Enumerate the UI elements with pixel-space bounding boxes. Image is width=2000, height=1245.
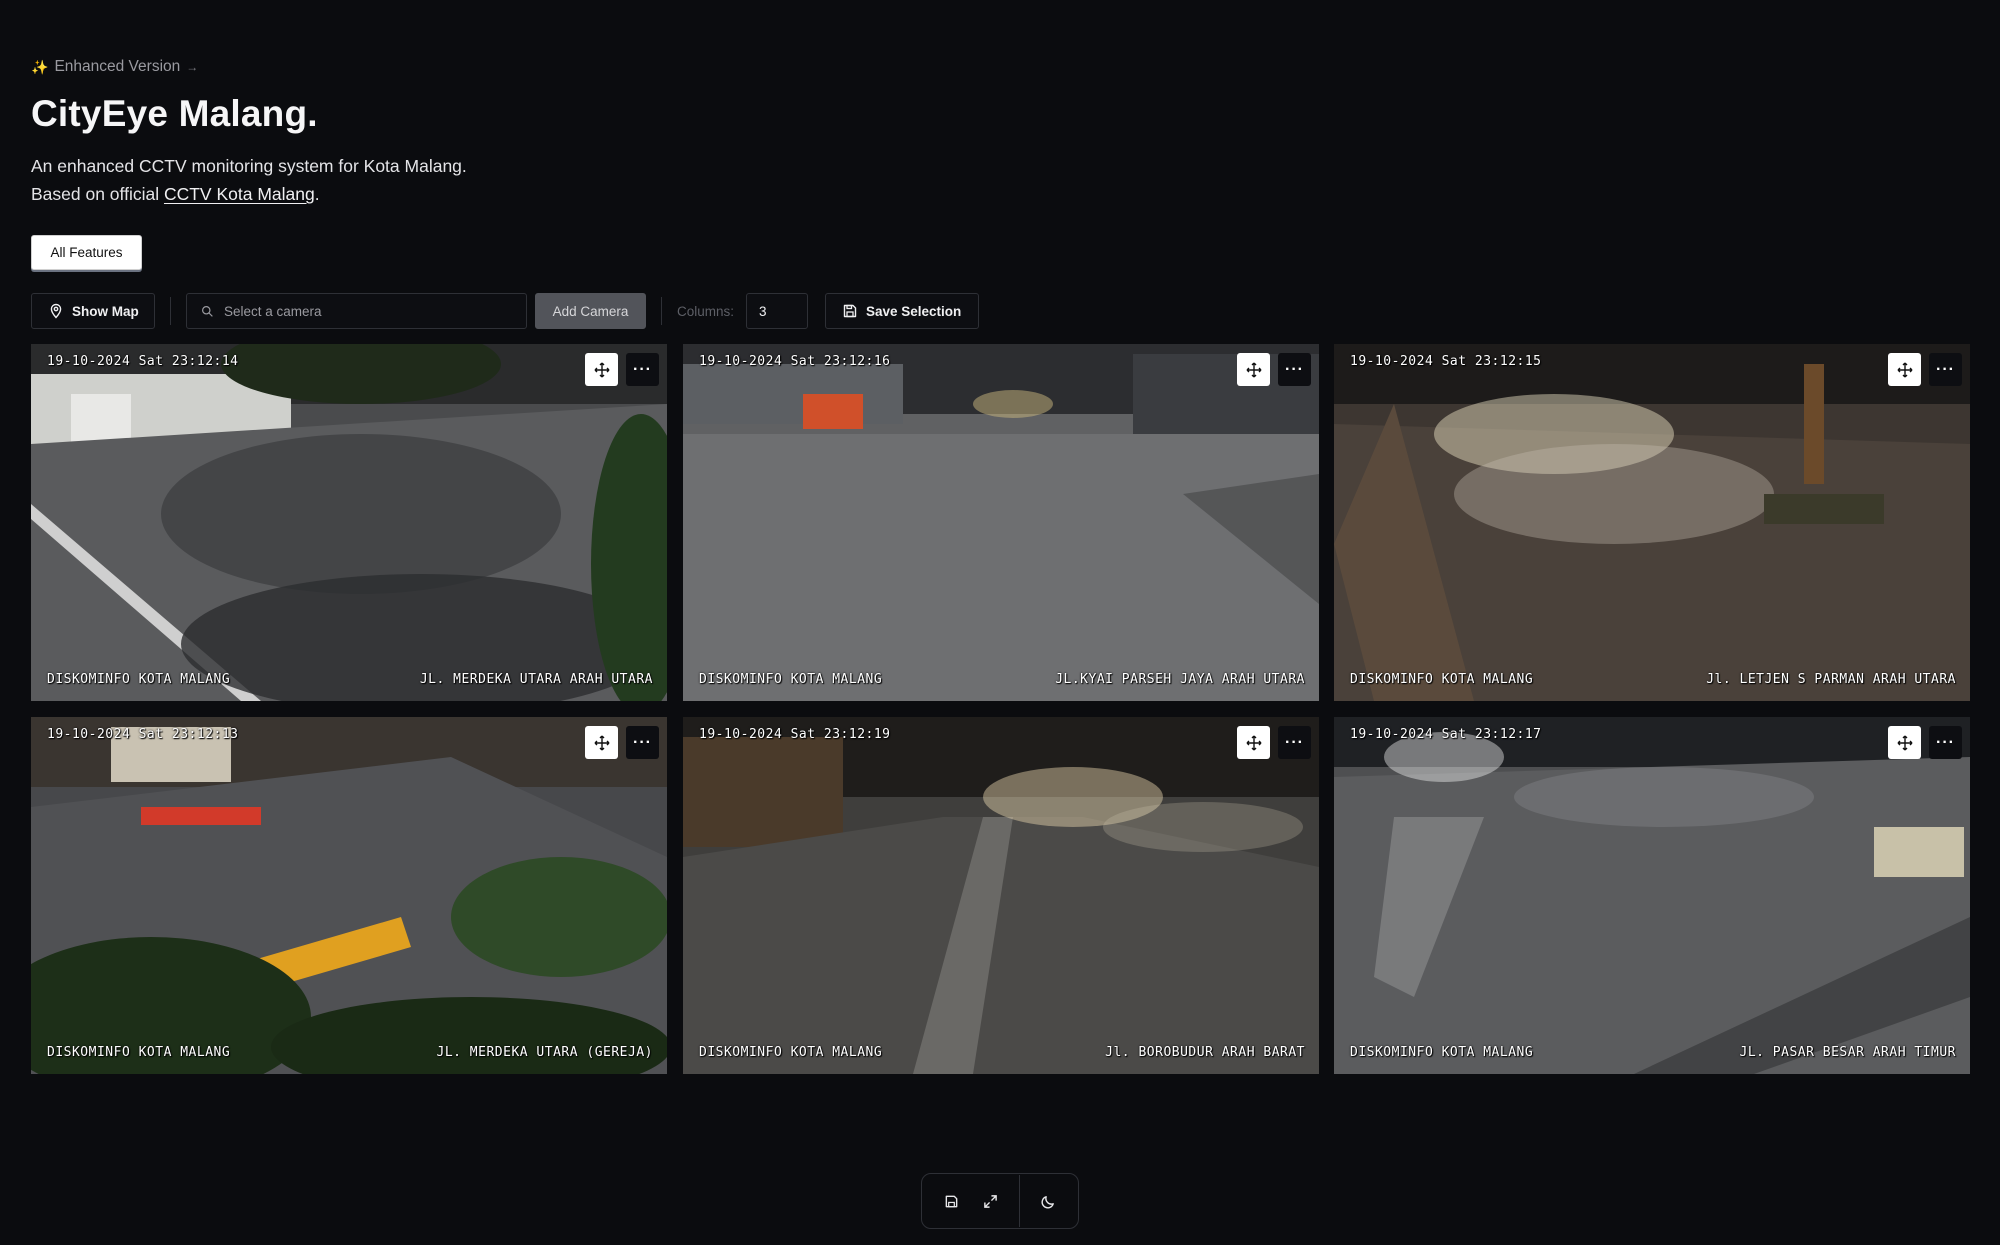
show-map-label: Show Map [72, 303, 139, 319]
camera-feed [31, 344, 667, 701]
toolbar-divider [170, 297, 171, 325]
camera-source: DISKOMINFO KOTA MALANG [47, 672, 231, 687]
save-selection-label: Save Selection [866, 303, 962, 319]
move-icon [1246, 362, 1261, 377]
camera-tile[interactable]: 19-10-2024 Sat 23:12:13 DISKOMINFO KOTA … [31, 717, 667, 1074]
moon-icon [1041, 1195, 1055, 1208]
page-title: CityEye Malang. [31, 93, 318, 134]
save-icon [843, 304, 857, 318]
enhanced-version-link[interactable]: ✨ Enhanced Version → [31, 58, 198, 76]
camera-grid: 19-10-2024 Sat 23:12:14 DISKOMINFO KOTA … [31, 344, 1970, 1075]
description-line-2: Based on official CCTV Kota Malang. [31, 180, 467, 208]
camera-search-input[interactable] [224, 303, 504, 319]
page: ✨ Enhanced Version → CityEye Malang. An … [0, 0, 2000, 1245]
camera-tile[interactable]: 19-10-2024 Sat 23:12:16 DISKOMINFO KOTA … [683, 344, 1319, 701]
bottom-action-bar [921, 1173, 1079, 1229]
camera-tile[interactable]: 19-10-2024 Sat 23:12:15 DISKOMINFO KOTA … [1334, 344, 1970, 701]
camera-location: Jl. LETJEN S PARMAN ARAH UTARA [1706, 672, 1956, 687]
camera-more-button[interactable]: ··· [1278, 726, 1311, 759]
camera-location: JL.KYAI PARSEH JAYA ARAH UTARA [1055, 672, 1305, 687]
camera-search[interactable] [186, 293, 527, 329]
save-icon [945, 1195, 958, 1207]
camera-timestamp: 19-10-2024 Sat 23:12:17 [1350, 727, 1542, 742]
camera-more-button[interactable]: ··· [626, 726, 659, 759]
camera-source: DISKOMINFO KOTA MALANG [1350, 1045, 1534, 1060]
page-description: An enhanced CCTV monitoring system for K… [31, 152, 467, 208]
cctv-kota-malang-link[interactable]: CCTV Kota Malang [164, 184, 315, 204]
version-label: Enhanced Version [54, 58, 181, 75]
camera-timestamp: 19-10-2024 Sat 23:12:16 [699, 354, 891, 369]
drag-handle-button[interactable] [585, 353, 618, 386]
map-pin-icon [50, 303, 62, 319]
add-camera-button[interactable]: Add Camera [535, 293, 646, 329]
camera-source: DISKOMINFO KOTA MALANG [1350, 672, 1534, 687]
drag-handle-button[interactable] [1888, 353, 1921, 386]
camera-location: JL. PASAR BESAR ARAH TIMUR [1739, 1045, 1956, 1060]
camera-feed [683, 717, 1319, 1074]
expand-icon [983, 1194, 997, 1208]
camera-timestamp: 19-10-2024 Sat 23:12:14 [47, 354, 239, 369]
all-features-button[interactable]: All Features [31, 235, 142, 270]
drag-handle-button[interactable] [1237, 726, 1270, 759]
toolbar-divider [661, 297, 662, 325]
camera-more-button[interactable]: ··· [1278, 353, 1311, 386]
camera-location: Jl. BOROBUDUR ARAH BARAT [1105, 1045, 1305, 1060]
camera-more-button[interactable]: ··· [1929, 726, 1962, 759]
search-icon [202, 305, 213, 317]
drag-handle-button[interactable] [585, 726, 618, 759]
camera-tile[interactable]: 19-10-2024 Sat 23:12:17 DISKOMINFO KOTA … [1334, 717, 1970, 1074]
theme-toggle-button[interactable] [1039, 1191, 1059, 1211]
description-suffix: . [314, 184, 320, 204]
arrow-right-icon: → [186, 60, 199, 74]
save-layout-button[interactable] [941, 1191, 961, 1211]
drag-handle-button[interactable] [1888, 726, 1921, 759]
camera-location: JL. MERDEKA UTARA (GEREJA) [436, 1045, 653, 1060]
sparkle-icon: ✨ [31, 58, 49, 75]
camera-tile[interactable]: 19-10-2024 Sat 23:12:19 DISKOMINFO KOTA … [683, 717, 1319, 1074]
columns-input[interactable] [759, 303, 799, 319]
save-selection-button[interactable]: Save Selection [825, 293, 979, 329]
camera-tile[interactable]: 19-10-2024 Sat 23:12:14 DISKOMINFO KOTA … [31, 344, 667, 701]
fullscreen-button[interactable] [980, 1191, 1000, 1211]
move-icon [1246, 735, 1261, 750]
show-map-button[interactable]: Show Map [31, 293, 155, 329]
camera-timestamp: 19-10-2024 Sat 23:12:15 [1350, 354, 1542, 369]
camera-timestamp: 19-10-2024 Sat 23:12:19 [699, 727, 891, 742]
camera-location: JL. MERDEKA UTARA ARAH UTARA [419, 672, 653, 687]
description-line-1: An enhanced CCTV monitoring system for K… [31, 156, 467, 176]
camera-feed [31, 717, 667, 1074]
bottom-bar-divider [1018, 1175, 1020, 1227]
columns-label: Columns: [677, 303, 735, 319]
move-icon [594, 735, 609, 750]
camera-source: DISKOMINFO KOTA MALANG [699, 1045, 883, 1060]
move-icon [1897, 735, 1912, 750]
camera-feed [1334, 717, 1970, 1074]
camera-more-button[interactable]: ··· [1929, 353, 1962, 386]
move-icon [1897, 362, 1912, 377]
camera-more-button[interactable]: ··· [626, 353, 659, 386]
drag-handle-button[interactable] [1237, 353, 1270, 386]
description-prefix: Based on official [31, 184, 164, 204]
camera-source: DISKOMINFO KOTA MALANG [699, 672, 883, 687]
camera-source: DISKOMINFO KOTA MALANG [47, 1045, 231, 1060]
camera-feed [683, 344, 1319, 701]
camera-timestamp: 19-10-2024 Sat 23:12:13 [47, 727, 239, 742]
move-icon [594, 362, 609, 377]
camera-feed [1334, 344, 1970, 701]
columns-field[interactable] [746, 293, 808, 329]
